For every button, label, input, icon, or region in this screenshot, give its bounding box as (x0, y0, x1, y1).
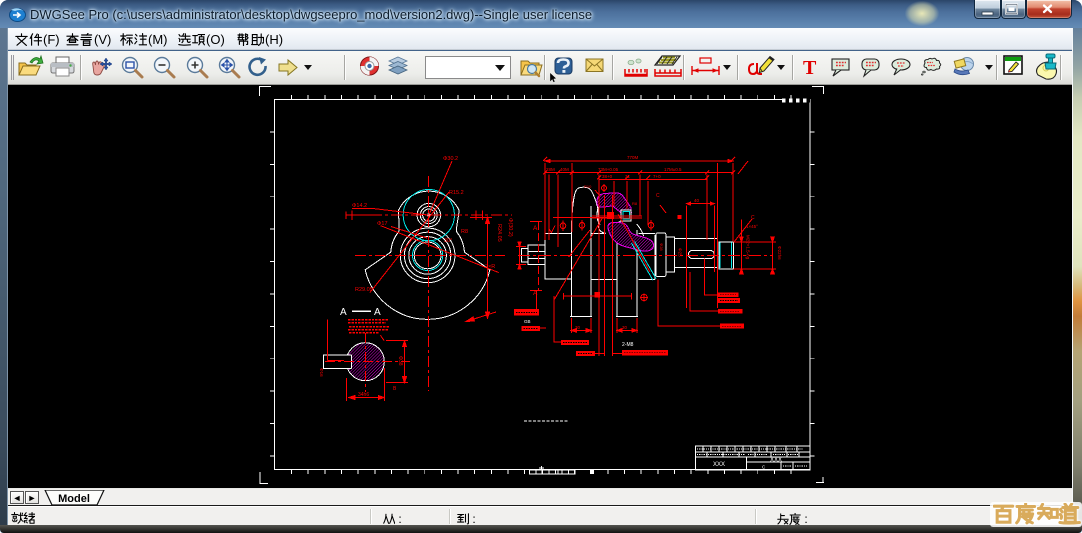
svg-text:30°: 30° (444, 238, 452, 244)
svg-text:Φ30.2: Φ30.2 (443, 156, 458, 162)
svg-text:Φ25: Φ25 (678, 248, 683, 257)
svg-text:C: C (656, 193, 660, 199)
svg-text:T: T (803, 57, 817, 79)
svg-text:Φ17: Φ17 (377, 221, 388, 227)
svg-text:A: A (533, 290, 538, 297)
svg-text:R8: R8 (632, 201, 638, 206)
svg-text:770M: 770M (627, 155, 639, 160)
svg-text:XXX: XXX (770, 458, 782, 464)
svg-text:Φ(30.2): Φ(30.2) (507, 218, 513, 237)
svg-text:73M+0.05: 73M+0.05 (598, 167, 619, 172)
svg-text:XXX: XXX (713, 462, 725, 468)
svg-text:30: 30 (575, 325, 581, 330)
svg-text:Φ28: Φ28 (659, 243, 664, 251)
svg-text:1×45°: 1×45° (746, 224, 758, 229)
svg-text:τ: τ (380, 318, 382, 323)
svg-text:B: B (393, 386, 397, 392)
svg-text:Φ16: Φ16 (319, 368, 324, 377)
svg-text:38+0: 38+0 (602, 174, 613, 179)
svg-text:Φ14.2: Φ14.2 (352, 203, 367, 209)
svg-text:R10: R10 (584, 184, 592, 189)
svg-text:R24.05: R24.05 (496, 224, 502, 242)
svg-text:30: 30 (622, 325, 628, 330)
svg-text:A: A (374, 307, 381, 318)
svg-text:34h6: 34h6 (358, 392, 369, 398)
svg-text:2×R: 2×R (485, 264, 495, 270)
svg-text:A: A (340, 307, 347, 318)
svg-text:Model: Model (58, 493, 90, 505)
svg-text:40: 40 (694, 198, 700, 203)
svg-text:17M±0.5: 17M±0.5 (664, 167, 682, 172)
svg-text:R15.2: R15.2 (449, 190, 464, 196)
svg-text:Φ22h6: Φ22h6 (777, 246, 782, 260)
svg-text:Φ38: Φ38 (397, 356, 403, 366)
svg-text:7+0: 7+0 (653, 174, 661, 179)
svg-text:GB: GB (524, 319, 531, 324)
svg-text:31: 31 (625, 174, 631, 179)
svg-text:C: C (751, 215, 755, 221)
svg-text:M22×1.5-6g: M22×1.5-6g (746, 235, 751, 260)
svg-text:40M: 40M (560, 167, 569, 172)
svg-text:C: C (762, 465, 766, 470)
svg-text:2-M8: 2-M8 (622, 342, 634, 348)
svg-text:R29.05: R29.05 (355, 287, 373, 293)
svg-text:A: A (533, 225, 538, 232)
svg-text:28M: 28M (546, 167, 555, 172)
svg-text:R8: R8 (461, 229, 468, 235)
